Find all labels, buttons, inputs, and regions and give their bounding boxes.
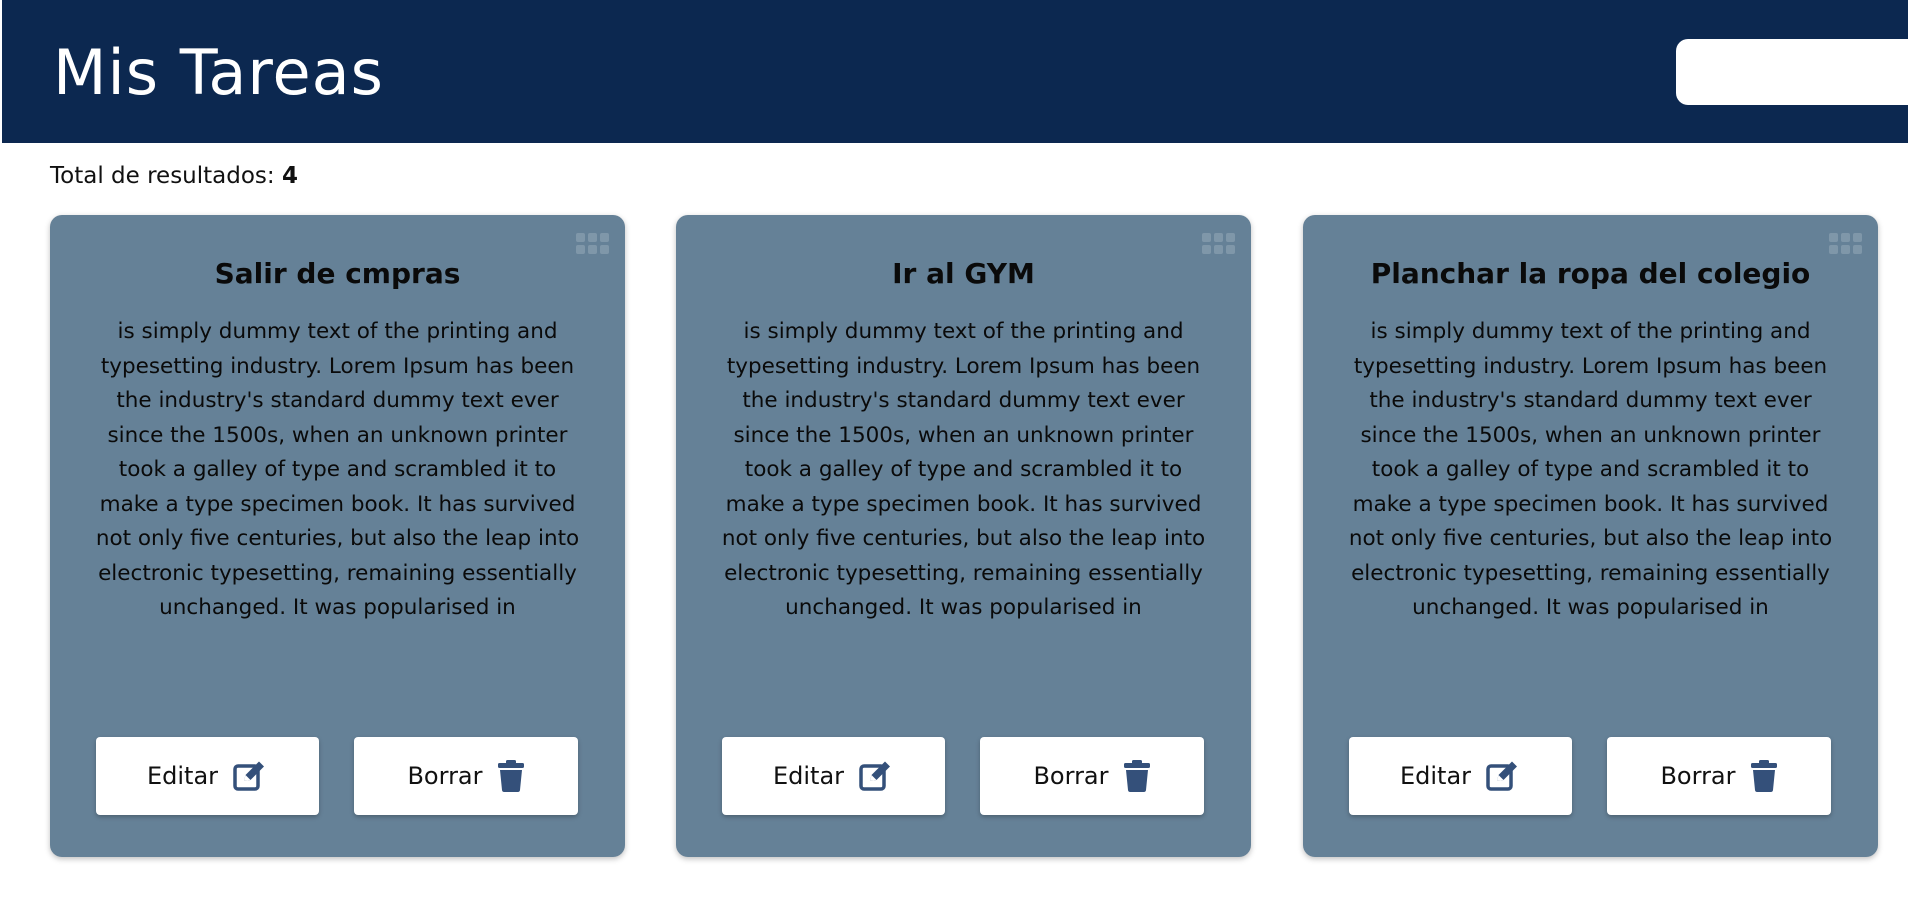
delete-button-label: Borrar [407, 762, 483, 790]
results-label: Total de resultados: [50, 163, 275, 189]
edit-button-label: Editar [1399, 762, 1472, 790]
task-card: Salir de cmpras is simply dummy text of … [50, 215, 625, 857]
task-title: Planchar la ropa del colegio [1370, 257, 1811, 290]
task-card: Ir al GYM is simply dummy text of the pr… [676, 215, 1251, 857]
edit-button-label: Editar [772, 762, 845, 790]
app-header: Mis Tareas [2, 0, 1908, 143]
task-card: Planchar la ropa del colegio is simply d… [1303, 215, 1878, 857]
pen-to-square-icon [232, 759, 268, 793]
delete-button-label: Borrar [1033, 762, 1109, 790]
results-total: Total de resultados: 4 [50, 160, 298, 192]
edit-button[interactable]: Editar [722, 737, 945, 815]
edit-button[interactable]: Editar [96, 737, 319, 815]
delete-button[interactable]: Borrar [1607, 737, 1831, 815]
page-title: Mis Tareas [53, 36, 384, 109]
pen-to-square-icon [1485, 759, 1521, 793]
task-description: is simply dummy text of the printing and… [95, 319, 580, 620]
edit-button-label: Editar [146, 762, 219, 790]
task-title: Salir de cmpras [214, 257, 461, 290]
task-description: is simply dummy text of the printing and… [1348, 319, 1833, 620]
delete-button-label: Borrar [1660, 762, 1736, 790]
task-title: Ir al GYM [892, 257, 1035, 290]
search-input[interactable] [1676, 39, 1908, 105]
trash-icon [1750, 760, 1778, 792]
trash-icon [1123, 760, 1151, 792]
results-count: 4 [281, 163, 298, 189]
pen-to-square-icon [858, 759, 894, 793]
trash-icon [497, 760, 525, 792]
delete-button[interactable]: Borrar [980, 737, 1204, 815]
edit-button[interactable]: Editar [1349, 737, 1572, 815]
delete-button[interactable]: Borrar [354, 737, 578, 815]
task-description: is simply dummy text of the printing and… [721, 319, 1206, 620]
